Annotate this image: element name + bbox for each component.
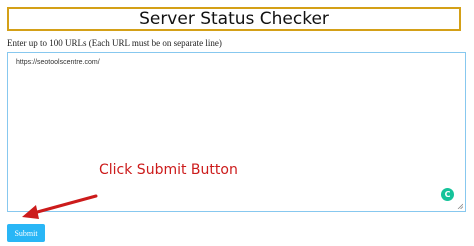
url-instruction: Enter up to 100 URLs (Each URL must be o… <box>7 38 222 48</box>
submit-button[interactable]: Submit <box>7 224 45 242</box>
url-textarea[interactable]: https://seotoolscentre.com/ <box>7 52 466 212</box>
page-title: Server Status Checker <box>139 8 329 29</box>
resize-handle-icon[interactable] <box>457 203 463 209</box>
title-box: Server Status Checker <box>7 7 461 31</box>
annotation-label: Click Submit Button <box>99 162 238 178</box>
page: Server Status Checker Enter up to 100 UR… <box>0 0 474 246</box>
grammarly-icon[interactable]: C <box>441 188 454 201</box>
url-textarea-value[interactable]: https://seotoolscentre.com/ <box>16 59 100 66</box>
